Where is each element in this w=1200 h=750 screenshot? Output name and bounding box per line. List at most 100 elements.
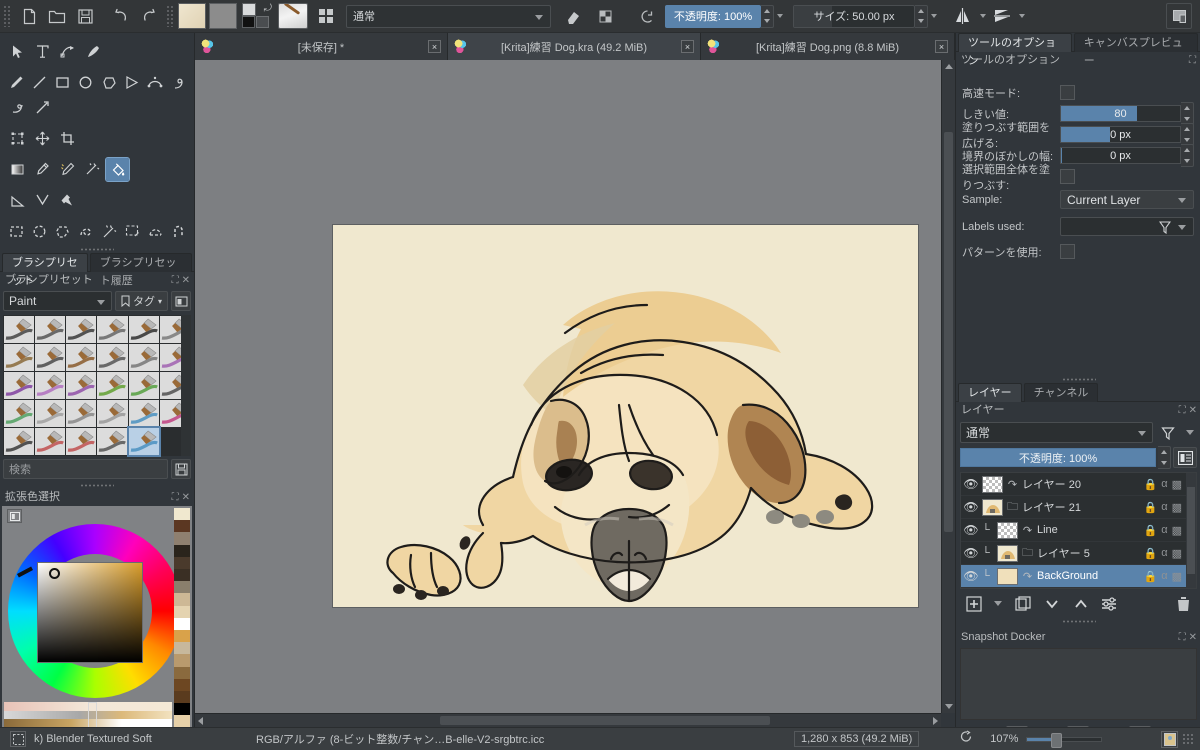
brush-size-stepper[interactable] <box>915 4 928 28</box>
layer-inherit-alpha-icon[interactable]: ▩ <box>1172 501 1182 514</box>
brush-preset-item[interactable] <box>128 344 159 371</box>
fill-entire-selection-checkbox[interactable] <box>1060 169 1075 184</box>
layer-alpha-icon[interactable]: α <box>1161 524 1167 536</box>
tab-canvas-preview[interactable]: キャンバスプレビュー <box>1073 33 1198 67</box>
table-row[interactable]: 👁 ↷ レイヤー 20 🔒 α ▩ <box>961 473 1196 496</box>
sample-combo[interactable]: Current Layer <box>1060 190 1194 209</box>
ellipse-icon[interactable] <box>75 71 96 94</box>
ramp-position-marker[interactable] <box>88 702 97 728</box>
brush-preset-item[interactable] <box>128 400 159 427</box>
pattern-icon[interactable] <box>313 3 339 29</box>
brush-preset-item[interactable] <box>128 316 159 343</box>
similar-color-select-icon[interactable] <box>122 220 143 243</box>
layer-list[interactable]: 👁 ↷ レイヤー 20 🔒 α ▩ 👁 🗀 レイヤー 21 🔒 α ▩ 👁 └ ↷ Line 🔒 α ▩ 👁 └ 🗀 レイヤ… <box>960 472 1197 589</box>
layer-lock-icon[interactable]: 🔒 <box>1144 524 1158 537</box>
layer-filter-dropdown[interactable] <box>1183 422 1197 443</box>
dock-splitter-tools[interactable] <box>0 246 194 253</box>
threshold-slider[interactable]: 80 <box>1060 105 1181 122</box>
palette-swatch[interactable] <box>174 691 190 704</box>
layer-inherit-alpha-icon[interactable]: ▩ <box>1172 524 1182 537</box>
measure-icon[interactable] <box>6 189 29 212</box>
canvas-viewport[interactable] <box>195 60 941 713</box>
float-dock-icon[interactable]: ⛶ <box>1179 629 1186 646</box>
layer-visibility-icon[interactable]: 👁 <box>963 569 979 583</box>
smart-patch-icon[interactable] <box>81 158 104 181</box>
brush-preset-item[interactable] <box>128 372 159 399</box>
palette-swatch[interactable] <box>174 581 190 594</box>
layer-thumbnail[interactable] <box>982 498 1003 516</box>
brush-preset-item[interactable] <box>4 428 35 455</box>
mirror-h-options-dropdown[interactable] <box>977 5 988 28</box>
new-document-icon[interactable] <box>16 3 42 29</box>
brush-preset-item[interactable] <box>66 428 97 455</box>
blending-mode-combo[interactable]: 通常 <box>346 4 551 28</box>
brush-preset-item[interactable] <box>97 400 128 427</box>
snapshot-list[interactable] <box>960 648 1197 720</box>
canvas-horizontal-scrollbar[interactable] <box>195 713 941 727</box>
horizontal-scroll-thumb[interactable] <box>440 716 770 725</box>
freehand-path-icon[interactable] <box>168 71 189 94</box>
close-tab-icon[interactable]: × <box>681 40 694 53</box>
layer-visibility-icon[interactable]: 👁 <box>963 477 979 491</box>
layer-name[interactable]: レイヤー 20 <box>1022 476 1141 492</box>
float-dock-icon[interactable]: ⛶ <box>172 489 179 506</box>
layer-inherit-alpha-icon[interactable]: ▩ <box>1172 570 1182 583</box>
bezier-select-icon[interactable] <box>145 220 166 243</box>
dock-splitter-snapshot[interactable] <box>956 618 1200 625</box>
brush-preset-item[interactable] <box>66 372 97 399</box>
layer-alpha-icon[interactable]: α <box>1161 570 1167 582</box>
palette-swatch[interactable] <box>174 715 190 728</box>
opacity-stepper[interactable] <box>761 4 774 28</box>
brush-preset-item[interactable] <box>97 428 128 455</box>
layer-settings-icon[interactable] <box>1100 594 1119 613</box>
brush-preset-item[interactable] <box>4 316 35 343</box>
transform-icon[interactable] <box>6 127 29 150</box>
brush-preset-item[interactable] <box>4 372 35 399</box>
feather-stepper[interactable] <box>1181 144 1194 167</box>
tab-channels[interactable]: チャンネル <box>1023 383 1099 402</box>
brush-preset-item[interactable] <box>66 316 97 343</box>
reference-angle-icon[interactable] <box>31 189 54 212</box>
brush-preset-item[interactable] <box>97 372 128 399</box>
brush-preset-settings-icon[interactable] <box>171 291 191 311</box>
layer-thumbnail[interactable] <box>997 521 1018 539</box>
layer-name[interactable]: レイヤー 5 <box>1037 545 1141 561</box>
tab-layers[interactable]: レイヤー <box>958 383 1022 402</box>
brush-preset-chooser[interactable] <box>278 3 308 29</box>
swap-colors-icon[interactable]: ⤾ <box>264 3 272 14</box>
palette-swatch[interactable] <box>174 605 190 618</box>
close-tab-icon[interactable]: × <box>935 40 948 53</box>
tab-brush-preset-history[interactable]: ブラシプリセット履歴 <box>89 253 192 287</box>
transparency-mask-icon[interactable]: ↷ <box>1006 478 1019 491</box>
duplicate-layer-icon[interactable] <box>1013 594 1032 613</box>
table-row[interactable]: 👁 └ 🗀 レイヤー 5 🔒 α ▩ <box>961 542 1196 565</box>
artboard[interactable] <box>333 225 918 607</box>
text-icon[interactable] <box>31 40 54 63</box>
brush-preset-item[interactable] <box>126 426 161 457</box>
brush-preset-item[interactable] <box>35 400 66 427</box>
save-icon[interactable] <box>72 3 98 29</box>
brush-size-field[interactable]: サイズ: 50.00 px <box>793 4 915 28</box>
feather-slider[interactable]: 0 px <box>1060 147 1181 164</box>
canvas-vertical-scrollbar[interactable] <box>941 60 955 713</box>
group-layer-icon[interactable]: 🗀 <box>1021 544 1034 563</box>
float-dock-icon[interactable]: ⛶ <box>1189 52 1196 69</box>
brush-size-options-dropdown[interactable] <box>928 5 939 28</box>
document-tab-kra[interactable]: [Krita]練習 Dog.kra (49.2 MiB) × <box>448 33 701 60</box>
scroll-right-icon[interactable] <box>933 717 938 725</box>
freehand-brush-icon[interactable] <box>6 71 27 94</box>
brush-preset-item[interactable] <box>35 344 66 371</box>
table-row[interactable]: 👁 └ ↷ BackGround 🔒 α ▩ <box>961 565 1196 588</box>
color-cursor[interactable] <box>49 568 60 579</box>
polyline-icon[interactable] <box>122 71 143 94</box>
layer-opacity-slider[interactable]: 不透明度: 100% <box>960 448 1156 467</box>
layer-name[interactable]: レイヤー 21 <box>1022 499 1141 515</box>
layer-inherit-alpha-icon[interactable]: ▩ <box>1172 547 1182 560</box>
add-layer-icon[interactable] <box>964 594 983 613</box>
brush-preset-tag-button[interactable]: タグ ▾ <box>114 291 168 311</box>
layer-alpha-icon[interactable]: α <box>1161 478 1167 490</box>
layer-thumbnail[interactable] <box>997 544 1018 562</box>
open-folder-icon[interactable] <box>44 3 70 29</box>
scroll-up-icon[interactable] <box>945 64 953 69</box>
dynamic-brush-icon[interactable] <box>6 96 29 119</box>
